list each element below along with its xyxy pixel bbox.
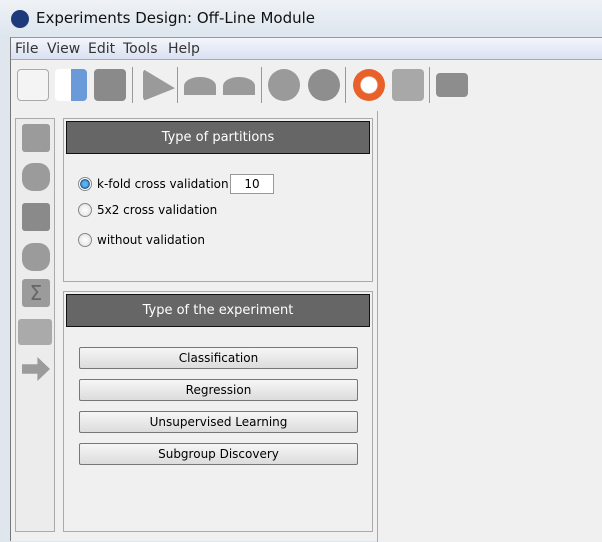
help-lifebuoy-icon[interactable] [353,69,385,101]
chart-icon[interactable] [436,73,468,97]
pointer-icon[interactable] [308,69,340,101]
radio-label: k-fold cross validation [97,177,229,191]
experiment-panel: Type of the experiment Classification Re… [63,291,373,532]
connection-arrow-icon[interactable] [22,357,50,381]
undo-icon[interactable] [184,77,216,95]
subgroup-discovery-button[interactable]: Subgroup Discovery [79,443,358,465]
radio-without-validation[interactable]: without validation [78,233,205,247]
menu-file[interactable]: File [15,41,38,57]
radio-label: 5x2 cross validation [97,203,218,217]
k-value-input[interactable]: 10 [230,174,274,194]
menu-bar: File View Edit Tools Help [11,38,602,60]
dataset-icon[interactable] [22,124,50,152]
partitions-panel: Type of partitions k-fold cross validati… [63,118,373,282]
save-icon[interactable] [94,69,126,101]
postprocess-icon[interactable] [22,243,50,271]
radio-button[interactable] [78,177,92,191]
toolbar [11,61,602,111]
preprocess-icon[interactable] [22,163,50,191]
radio-label: without validation [97,233,206,247]
radio-button[interactable] [78,203,92,217]
design-canvas[interactable] [377,111,602,542]
new-document-icon[interactable] [17,69,49,101]
menu-view[interactable]: View [47,41,80,57]
stop-icon[interactable] [268,69,300,101]
app-logo-icon [11,10,29,28]
regression-button[interactable]: Regression [79,379,358,401]
visualize-table-icon[interactable] [18,319,52,345]
statistics-icon[interactable]: Σ [22,279,50,307]
redo-icon[interactable] [223,77,255,95]
method-icon[interactable] [22,203,50,231]
open-file-icon[interactable] [55,69,87,101]
menu-help[interactable]: Help [168,41,200,57]
menu-edit[interactable]: Edit [88,41,115,57]
radio-5x2[interactable]: 5x2 cross validation [78,203,217,217]
zip-run-icon[interactable] [143,69,175,101]
zoom-graph-icon[interactable] [392,69,424,101]
window-title: Experiments Design: Off-Line Module [36,9,315,27]
experiment-title: Type of the experiment [66,294,370,327]
classification-button[interactable]: Classification [79,347,358,369]
partitions-title: Type of partitions [66,121,370,154]
tool-sidebar: Σ [15,118,55,532]
radio-button[interactable] [78,233,92,247]
menu-tools[interactable]: Tools [123,41,158,57]
unsupervised-learning-button[interactable]: Unsupervised Learning [79,411,358,433]
main-window: File View Edit Tools Help Σ Type of part… [10,37,602,542]
title-bar: Experiments Design: Off-Line Module [0,0,602,38]
radio-kfold[interactable]: k-fold cross validation [78,177,229,191]
